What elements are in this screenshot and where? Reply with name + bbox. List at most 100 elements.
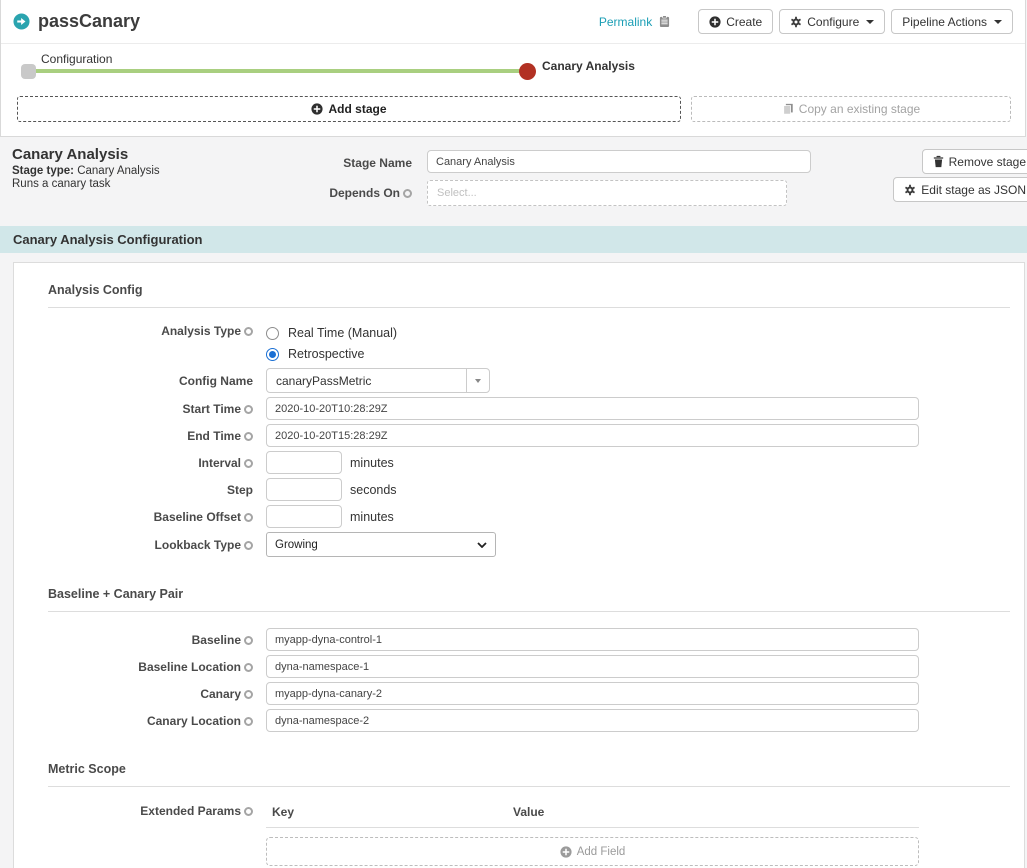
step-label: Step [14,483,266,497]
stage-node-canary-analysis[interactable] [519,63,536,80]
depends-on-select[interactable]: Select... [427,180,787,206]
end-time-label: End Time [14,429,266,443]
lookback-type-label: Lookback Type [14,538,266,552]
help-icon[interactable] [244,513,253,522]
chevron-down-icon [866,20,874,24]
configure-button[interactable]: Configure [779,9,885,34]
baseline-location-label: Baseline Location [14,660,266,674]
help-icon[interactable] [244,541,253,550]
add-stage-label: Add stage [328,102,386,116]
help-icon[interactable] [403,189,412,198]
end-time-row: End Time [14,424,1024,447]
radio-unselected-icon[interactable] [266,327,279,340]
canary-input[interactable] [266,682,919,705]
step-row: Step seconds [14,478,1024,501]
extended-params-header: Key Value [266,803,919,828]
baseline-offset-input[interactable] [266,505,342,528]
baseline-pair-heading: Baseline + Canary Pair [48,587,1010,612]
baseline-location-row: Baseline Location [14,655,1024,678]
radio-real-time-label[interactable]: Real Time (Manual) [288,326,397,340]
title-row: passCanary Permalink [1,0,1025,44]
copy-permalink-icon[interactable] [659,15,670,28]
config-name-label: Config Name [14,374,266,388]
baseline-location-input[interactable] [266,655,919,678]
help-icon[interactable] [244,690,253,699]
start-time-input[interactable] [266,397,919,420]
copy-existing-stage-label: Copy an existing stage [799,102,920,116]
gear-icon [904,184,916,196]
radio-retrospective-label[interactable]: Retrospective [288,347,364,361]
baseline-input[interactable] [266,628,919,651]
analysis-config-heading: Analysis Config [48,283,1010,308]
help-icon[interactable] [244,405,253,414]
stage-node-configuration[interactable] [21,64,36,79]
stage-name-input[interactable] [427,150,811,173]
help-icon[interactable] [244,717,253,726]
trash-icon [933,155,944,168]
extended-params-label: Extended Params [14,803,266,818]
analysis-config-form: Analysis Type Real Time (Manual) Retrosp… [14,308,1024,567]
edit-stage-json-label: Edit stage as JSON [921,183,1026,197]
canary-location-row: Canary Location [14,709,1024,732]
help-icon[interactable] [244,432,253,441]
stage-type-label: Stage type: [12,165,74,177]
baseline-row: Baseline [14,628,1024,651]
key-column-header: Key [272,805,513,819]
help-icon[interactable] [244,459,253,468]
step-input[interactable] [266,478,342,501]
extended-params-row: Extended Params Key Value [14,803,1024,866]
help-icon[interactable] [244,327,253,336]
baseline-offset-label: Baseline Offset [14,510,266,524]
help-icon[interactable] [244,807,253,816]
stage-graph-edge [31,69,525,73]
stage-title: Canary Analysis [12,146,160,163]
interval-input[interactable] [266,451,342,474]
remove-stage-button[interactable]: Remove stage [922,149,1027,174]
radio-real-time[interactable]: Real Time (Manual) [266,326,397,340]
radio-retrospective[interactable]: Retrospective [266,347,397,361]
copy-existing-stage-button[interactable]: Copy an existing stage [691,96,1011,122]
create-button-label: Create [726,15,762,29]
interval-label: Interval [14,456,266,470]
depends-on-label: Depends On [262,186,412,200]
stage-label-configuration[interactable]: Configuration [41,52,112,66]
radio-selected-icon[interactable] [266,348,279,361]
section-header-title: Canary Analysis Configuration [13,232,203,247]
stage-label-canary-analysis[interactable]: Canary Analysis [542,59,635,73]
stage-details: Canary Analysis Stage type: Canary Analy… [0,138,1027,222]
add-stage-row: Add stage Copy an existing stage [1,92,1025,136]
interval-unit: minutes [350,456,394,470]
stage-name-label: Stage Name [292,156,412,170]
lookback-type-value: Growing [275,539,318,551]
gear-icon [790,16,802,28]
metric-scope-form: Extended Params Key Value [14,787,1024,868]
add-stage-button[interactable]: Add stage [17,96,681,122]
config-name-dropdown-button[interactable] [466,368,490,393]
step-unit: seconds [350,483,397,497]
value-column-header: Value [513,805,544,819]
help-icon[interactable] [244,663,253,672]
stage-type: Stage type: Canary Analysis [12,165,160,177]
chevron-down-icon [475,379,481,383]
canary-config-card: Analysis Config Analysis Type Real Time … [13,262,1025,868]
start-time-label: Start Time [14,402,266,416]
canary-location-input[interactable] [266,709,919,732]
edit-stage-json-button[interactable]: Edit stage as JSON [893,177,1027,202]
add-field-button[interactable]: Add Field [266,837,919,866]
chevron-down-icon [477,542,487,548]
config-name-value: canaryPassMetric [276,374,371,388]
pipeline-header-card: passCanary Permalink [0,0,1026,137]
pipeline-actions-button[interactable]: Pipeline Actions [891,9,1013,34]
config-name-row: Config Name canaryPassMetric [14,368,1024,393]
pipeline-config-page: passCanary Permalink [0,0,1027,868]
stage-description: Runs a canary task [12,178,160,190]
section-header: Canary Analysis Configuration [0,226,1027,253]
add-field-label: Add Field [577,846,626,858]
create-button[interactable]: Create [698,9,773,34]
help-icon[interactable] [244,636,253,645]
permalink-link[interactable]: Permalink [599,15,652,29]
end-time-input[interactable] [266,424,919,447]
canary-row: Canary [14,682,1024,705]
config-name-input[interactable]: canaryPassMetric [266,368,467,393]
lookback-type-select[interactable]: Growing [266,532,496,557]
